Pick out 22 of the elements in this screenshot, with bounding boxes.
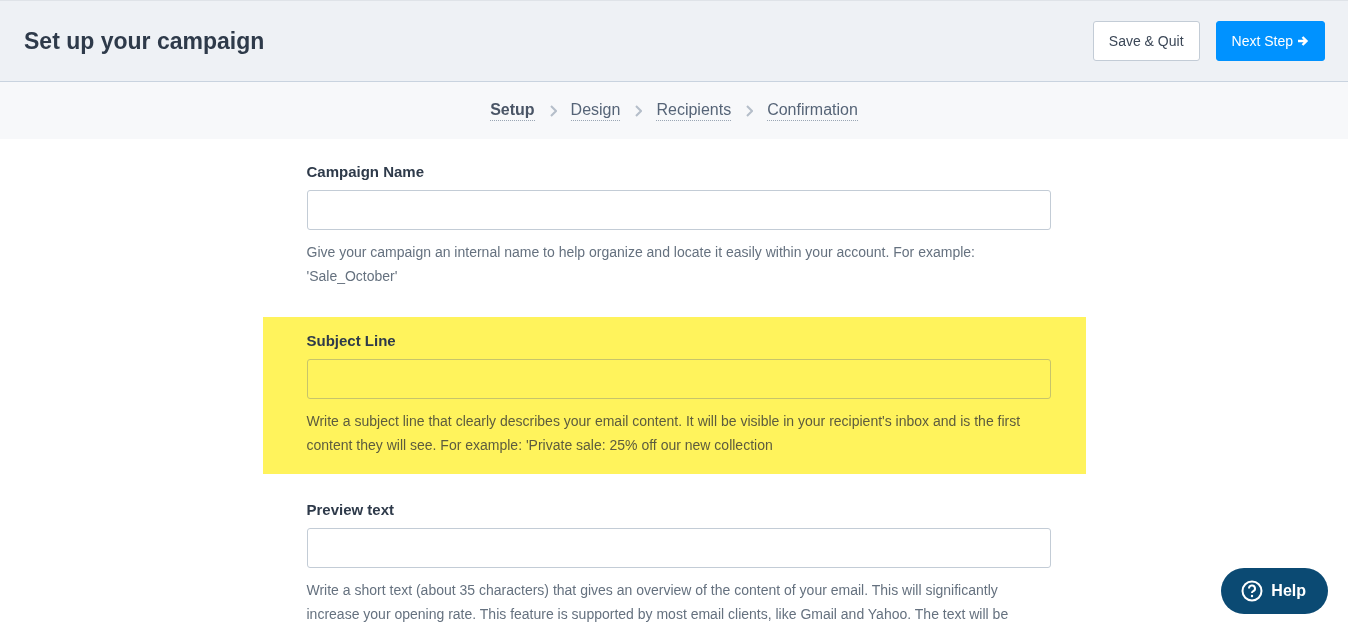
input-field[interactable] bbox=[306, 190, 1051, 230]
step-tab[interactable]: Recipients bbox=[656, 100, 732, 121]
page-title: Set up your campaign bbox=[24, 27, 266, 55]
field-label: Preview text bbox=[306, 500, 396, 520]
chevron-right-icon bbox=[745, 104, 754, 117]
chevron-right-icon bbox=[634, 104, 643, 117]
field-description: Write a short text (about 35 characters) that gives an overview of the content of your email. This will significantly increase your opening rate. This feature is supported by most email clients, like Gmail and Yahoo. The text will be bbox=[306, 581, 1010, 624]
question-icon bbox=[1241, 580, 1264, 602]
field-label: Subject Line bbox=[306, 331, 397, 351]
save-quit-button[interactable]: Save & Quit bbox=[1092, 21, 1200, 61]
input-field[interactable] bbox=[306, 528, 1051, 568]
field-description: Write a subject line that clearly describes your email content. It will be visible in your recipient's inbox and is the first content they will see. For example: 'Private sale: 25% off our new collection bbox=[306, 412, 1022, 455]
help-button[interactable]: Help bbox=[1221, 568, 1328, 614]
step-tab[interactable]: Confirmation bbox=[767, 100, 858, 121]
step-tab[interactable]: Design bbox=[570, 100, 621, 121]
input-field[interactable] bbox=[306, 359, 1051, 399]
next-step-button[interactable]: Next Step bbox=[1215, 21, 1325, 61]
chevron-right-icon bbox=[548, 104, 557, 117]
step-tab[interactable]: Setup bbox=[490, 100, 535, 121]
field-label: Campaign Name bbox=[306, 162, 426, 182]
field-description: Give your campaign an internal name to help organize and locate it easily within your account. For example: 'Sale_October' bbox=[306, 243, 976, 286]
arrow-right-icon bbox=[1297, 35, 1309, 47]
